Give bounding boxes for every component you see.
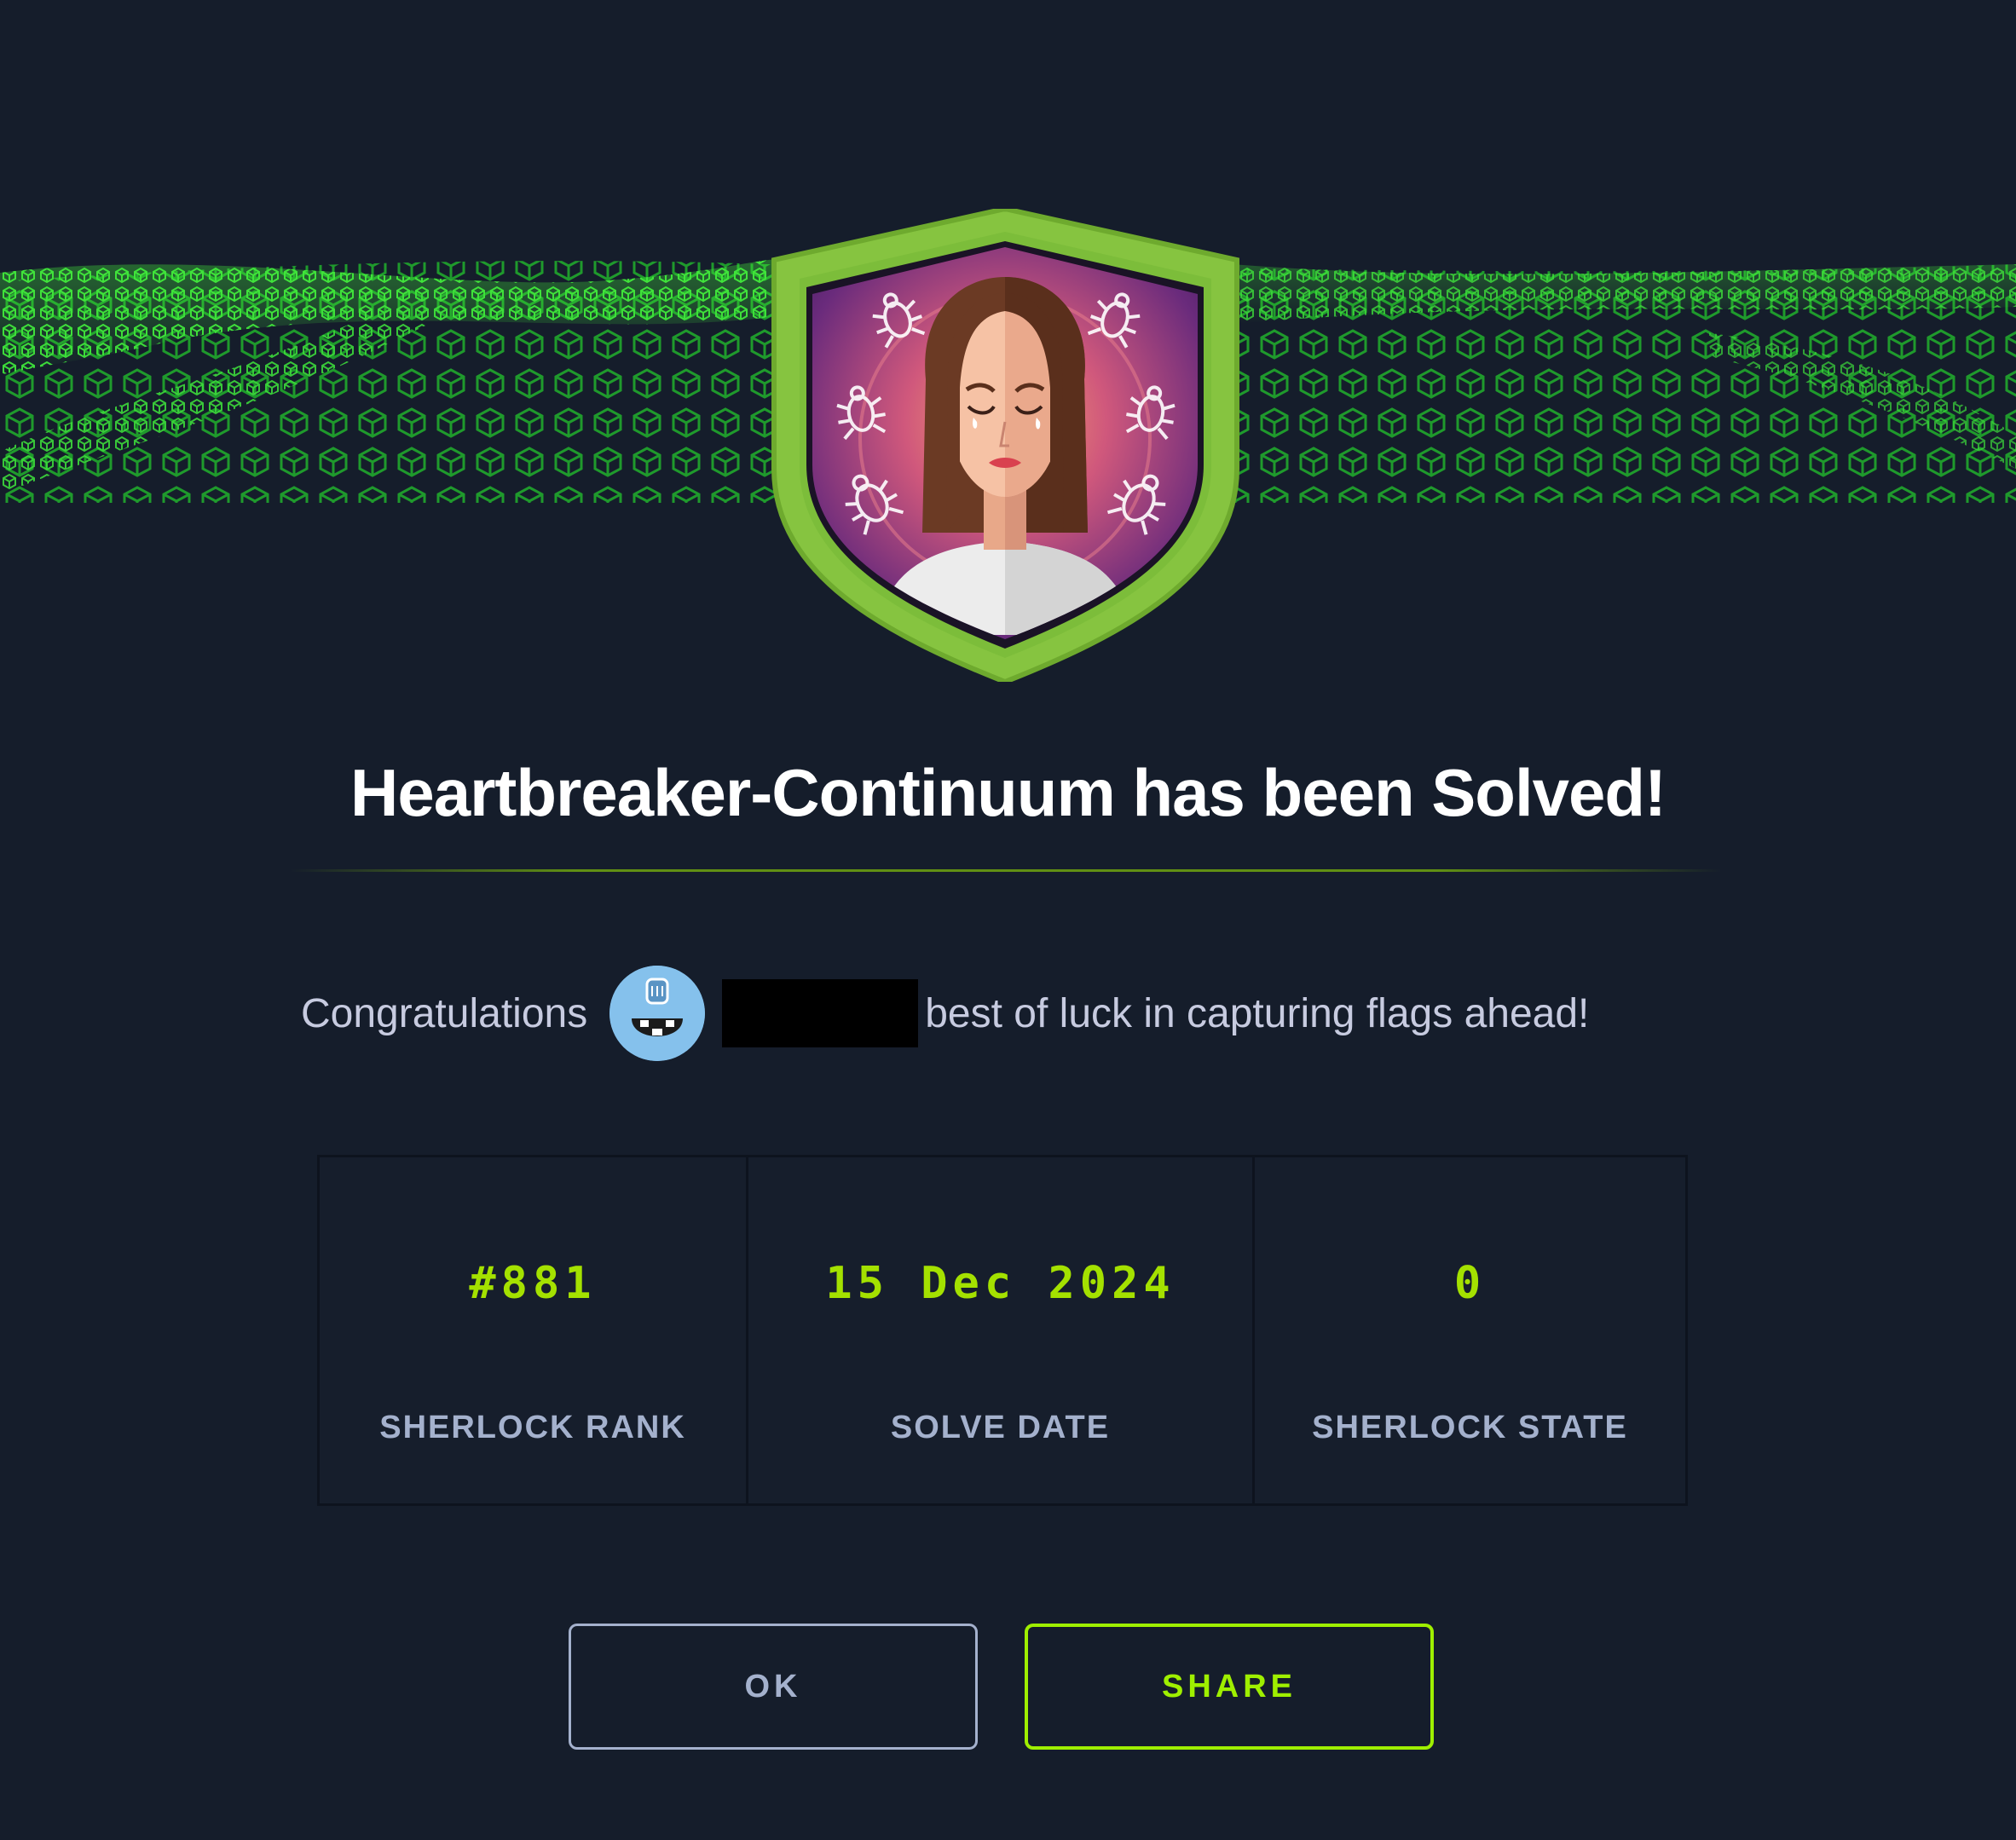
stat-rank-value: #881 [469, 1258, 597, 1309]
congrats-prefix: Congratulations [301, 990, 588, 1036]
challenge-badge [765, 209, 1245, 682]
stats-panel: #881 SHERLOCK RANK 15 Dec 2024 SOLVE DAT… [317, 1155, 1688, 1506]
congrats-message: Congratulations best of luck in capturin… [301, 966, 1589, 1061]
user-avatar[interactable] [609, 966, 706, 1061]
stat-rank-label: SHERLOCK RANK [379, 1410, 686, 1445]
stat-state-label: SHERLOCK STATE [1312, 1410, 1628, 1445]
redacted-username [722, 979, 919, 1047]
page-title: Heartbreaker-Continuum has been Solved! [349, 755, 1667, 830]
share-button[interactable]: SHARE [1025, 1624, 1434, 1750]
stat-rank: #881 SHERLOCK RANK [320, 1157, 748, 1503]
stat-state: 0 SHERLOCK STATE [1255, 1157, 1685, 1503]
title-divider [290, 869, 1722, 872]
crying-woman-badge-icon [771, 209, 1239, 682]
congrats-suffix: best of luck in capturing flags ahead! [925, 990, 1590, 1036]
stat-solve-date-value: 15 Dec 2024 [825, 1258, 1176, 1309]
stat-state-value: 0 [1453, 1258, 1487, 1309]
stat-solve-date-label: SOLVE DATE [890, 1410, 1111, 1445]
ok-button[interactable]: OK [569, 1624, 978, 1750]
stat-solve-date: 15 Dec 2024 SOLVE DATE [748, 1157, 1255, 1503]
user-avatar-icon [609, 966, 706, 1061]
